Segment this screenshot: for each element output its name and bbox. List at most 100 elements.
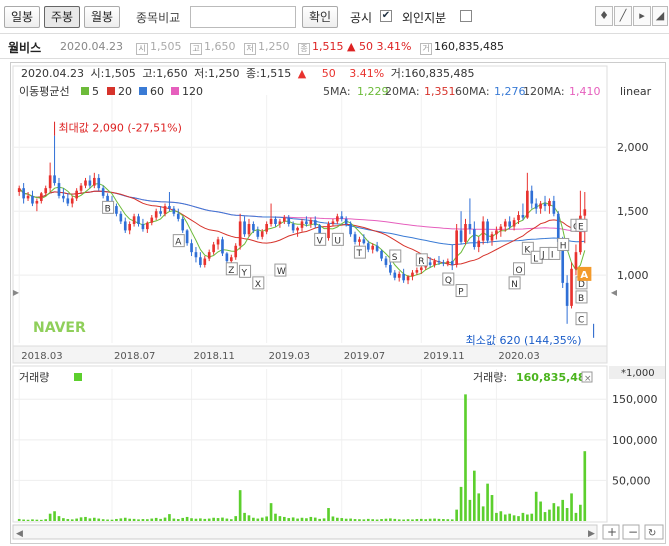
pin-icon[interactable]: ♦	[595, 6, 613, 26]
candle-body	[154, 211, 158, 218]
candle	[88, 175, 92, 189]
quote-info-bar: 월비스 2020.04.23 시 1,505 고 1,650 저 1,250 종 1,5…	[0, 33, 669, 59]
candle-body	[419, 267, 423, 271]
event-markers: 최대값 2,090 (-27,51%) 최소값 620 (144,35%) B A Z Y…	[54, 121, 595, 347]
candle-body	[283, 217, 286, 222]
candle-body	[543, 203, 547, 207]
ma-legend: 이동평균선 5 20 60 120	[19, 85, 203, 98]
event-marker-label: B	[105, 204, 111, 214]
volume-bar	[238, 490, 242, 521]
event-marker-label: W	[277, 267, 286, 277]
candle-body	[415, 270, 419, 273]
candle	[384, 255, 388, 268]
candle-body	[75, 190, 78, 199]
candle-body	[508, 221, 511, 227]
candle-body	[305, 221, 308, 224]
volume-bar	[437, 518, 441, 521]
volume-bar	[168, 514, 171, 521]
candle-body	[128, 224, 131, 231]
quote-date: 2020.04.23	[60, 40, 123, 53]
max-annotation: 최대값 2,090 (-27,51%)	[59, 122, 182, 135]
draw-line-icon[interactable]: ╱	[614, 6, 632, 26]
candle-body	[260, 231, 264, 237]
chart-area[interactable]: 2020.04.23 시:1,505 고:1,650 저:1,250 종:1,5…	[10, 62, 666, 544]
candle	[256, 226, 260, 240]
scale-type-label[interactable]: linear	[620, 85, 652, 98]
svg-text:◀: ◀	[16, 529, 23, 539]
volume-bar	[561, 499, 565, 521]
period-week-button[interactable]: 주봉	[44, 6, 80, 28]
candle	[459, 211, 463, 245]
volume-icon: 거	[420, 43, 432, 55]
candle	[526, 172, 529, 219]
candle	[543, 195, 547, 212]
open-icon: 시	[136, 43, 148, 55]
volume-bar	[101, 519, 105, 521]
volume-bar	[207, 518, 211, 521]
volume-bar	[402, 519, 405, 521]
candle-body	[216, 239, 220, 245]
volume-bar	[278, 516, 282, 521]
event-marker-label: O	[516, 266, 523, 276]
volume-bar	[190, 518, 193, 521]
event-marker-label: Q	[445, 276, 452, 286]
compare-input[interactable]	[190, 6, 296, 28]
volume-bar	[212, 517, 215, 521]
disclosure-checkbox[interactable]: ✔	[380, 10, 392, 22]
volume-bar	[106, 519, 109, 521]
volume-bar	[234, 516, 238, 521]
cursor-icon[interactable]: ▸	[633, 6, 651, 26]
volume-bar	[486, 483, 489, 521]
candle	[238, 213, 242, 250]
volume-bar	[199, 518, 202, 521]
period-month-button[interactable]: 월봉	[84, 6, 120, 28]
volume-bar	[499, 511, 503, 521]
candle-body	[229, 257, 233, 262]
ma60-label: 60	[150, 85, 164, 98]
confirm-button[interactable]: 확인	[302, 6, 338, 28]
scroll-right-icon[interactable]: ◀	[610, 284, 618, 302]
candle-body	[327, 224, 330, 239]
candle-body	[344, 218, 348, 224]
price-tick-label: 2,000	[617, 141, 649, 154]
volume-tick-label: 150,000	[612, 393, 658, 406]
fullscreen-icon[interactable]: ◢	[652, 6, 668, 26]
volume-unit: *1,000	[621, 368, 655, 379]
volume-bar	[194, 518, 198, 521]
candle	[159, 206, 162, 217]
volume-title: 거래량	[19, 371, 49, 384]
candle	[150, 215, 154, 226]
candle-body	[172, 208, 176, 214]
candle	[247, 218, 251, 237]
price-volume-chart[interactable]: 2020.04.23 시:1,505 고:1,650 저:1,250 종:1,5…	[11, 63, 665, 543]
candle-body	[442, 262, 445, 264]
volume-bar	[221, 517, 224, 521]
candle-body	[473, 229, 476, 248]
candle	[402, 268, 405, 283]
candle-body	[336, 216, 339, 222]
candle	[185, 229, 189, 246]
candle-body	[234, 245, 238, 258]
candle-body	[93, 177, 96, 186]
candle-body	[194, 252, 198, 258]
candle-body	[168, 206, 171, 209]
candle-body	[70, 198, 74, 204]
volume-bar	[216, 518, 220, 521]
candle	[353, 231, 357, 245]
candle-body	[150, 217, 154, 223]
high-price: 고 1,650	[190, 40, 236, 55]
chart-scrollbar[interactable]	[12, 524, 598, 540]
candle-body	[203, 258, 207, 265]
volume-bar	[526, 514, 529, 521]
candle-body	[57, 183, 61, 196]
volume-bar	[283, 516, 286, 521]
volume-bar	[503, 514, 507, 521]
volume-bar	[115, 518, 118, 521]
foreign-ownership-checkbox[interactable]	[460, 10, 472, 22]
candle-body	[313, 220, 317, 226]
volume-bar	[331, 516, 335, 521]
period-day-button[interactable]: 일봉	[4, 6, 40, 28]
scroll-left-icon[interactable]: ▶	[12, 284, 20, 302]
candle	[336, 213, 339, 224]
volume-bar	[362, 519, 366, 521]
